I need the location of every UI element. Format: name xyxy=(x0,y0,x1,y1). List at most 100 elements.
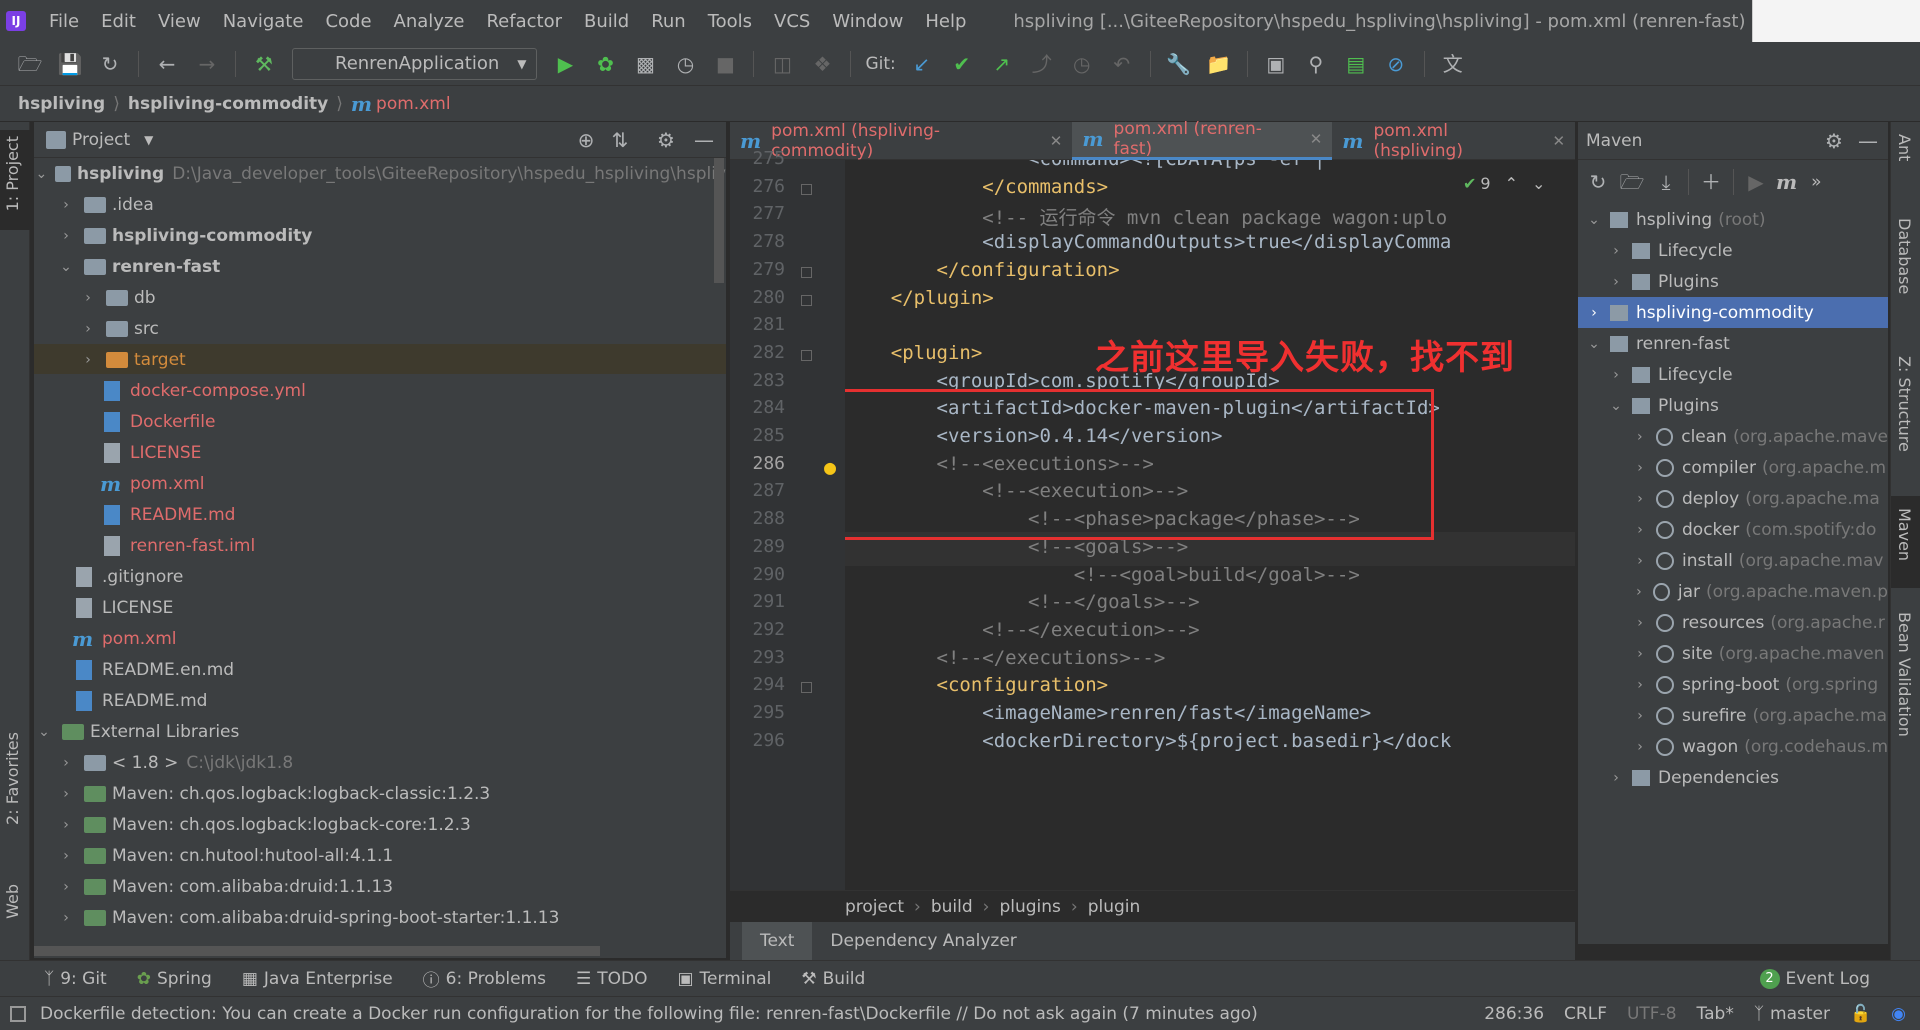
line-separator[interactable]: CRLF xyxy=(1564,1004,1607,1024)
tree-row[interactable]: ⌄ renren-fast xyxy=(56,251,726,282)
terminal-window-icon[interactable]: ▣ xyxy=(1262,50,1290,78)
no-icon[interactable]: ⊘ xyxy=(1382,50,1410,78)
breadcrumb-item[interactable]: hspliving xyxy=(18,94,105,114)
tree-row-selected[interactable]: › hspliving-commodity xyxy=(1578,297,1888,328)
tree-row[interactable]: › resources (org.apache.r xyxy=(1578,607,1888,638)
close-icon[interactable]: ✕ xyxy=(1050,132,1063,150)
menu-analyze[interactable]: Analyze xyxy=(383,11,476,32)
tree-row[interactable]: › Maven: ch.qos.logback:logback-classic:1… xyxy=(56,778,726,809)
project-tool-tab[interactable]: 1: Project xyxy=(3,136,22,211)
tree-row[interactable]: › Maven: ch.qos.logback:logback-core:1.2.… xyxy=(56,809,726,840)
lock-icon[interactable]: 🔓 xyxy=(1850,1004,1871,1024)
tree-row[interactable]: ⌄ renren-fast xyxy=(1578,328,1888,359)
translate-icon[interactable]: 文 xyxy=(1439,50,1467,78)
back-icon[interactable]: ← xyxy=(153,50,181,78)
search-icon[interactable]: ⚲ xyxy=(1302,50,1330,78)
close-icon[interactable]: ✕ xyxy=(1310,130,1323,148)
tab-dependency-analyzer[interactable]: Dependency Analyzer xyxy=(812,922,1034,960)
save-all-icon[interactable]: 💾 xyxy=(56,50,84,78)
tree-row[interactable]: › target xyxy=(78,344,726,375)
menu-vcs[interactable]: VCS xyxy=(763,11,821,32)
tree-row[interactable]: renren-fast.iml xyxy=(100,530,726,561)
git-merge-icon[interactable]: ⤴ xyxy=(1028,50,1056,78)
add-folder-icon[interactable]: 🗁 xyxy=(1618,168,1646,196)
tree-row[interactable]: › docker (com.spotify:do xyxy=(1578,514,1888,545)
git-push-icon[interactable]: ↗ xyxy=(988,50,1016,78)
project-view-label[interactable]: Project xyxy=(72,130,130,150)
settings-wrench-icon[interactable]: 🔧 xyxy=(1165,50,1193,78)
tree-row[interactable]: Dockerfile xyxy=(100,406,726,437)
indent-setting[interactable]: Tab* xyxy=(1697,1004,1734,1024)
debug-icon[interactable]: ✿ xyxy=(591,50,619,78)
rollback-icon[interactable]: ↶ xyxy=(1108,50,1136,78)
java-enterprise-tool-button[interactable]: ▦ Java Enterprise xyxy=(242,969,393,989)
run-icon[interactable]: ▶ xyxy=(1742,168,1770,196)
menu-run[interactable]: Run xyxy=(640,11,697,32)
tree-row[interactable]: › .idea xyxy=(56,189,726,220)
project-structure-icon[interactable]: 📁 xyxy=(1205,50,1233,78)
more-icon[interactable]: » xyxy=(1811,172,1821,192)
tree-row[interactable]: LICENSE xyxy=(72,592,726,623)
fold-marker-icon[interactable] xyxy=(801,682,812,694)
editor-tab-active[interactable]: m pom.xml (renren-fast) ✕ xyxy=(1072,119,1333,160)
todo-tool-button[interactable]: ☰ TODO xyxy=(576,969,648,989)
gear-icon[interactable]: ⚙ xyxy=(1820,127,1848,155)
web-tool-tab[interactable]: Web xyxy=(3,884,22,919)
tree-row[interactable]: › spring-boot (org.spring xyxy=(1578,669,1888,700)
menu-code[interactable]: Code xyxy=(314,11,382,32)
reload-icon[interactable]: ↻ xyxy=(1584,168,1612,196)
fold-marker-icon[interactable] xyxy=(801,349,812,361)
status-message[interactable]: Dockerfile detection: You can create a D… xyxy=(40,1004,1258,1024)
tree-row[interactable]: ⌄ Plugins xyxy=(1578,390,1888,421)
tree-row[interactable]: ⌄ hspliving (root) xyxy=(1578,204,1888,235)
menu-help[interactable]: Help xyxy=(914,11,977,32)
caret-position[interactable]: 286:36 xyxy=(1484,1004,1544,1024)
tree-row[interactable]: README.md xyxy=(100,499,726,530)
event-log-button[interactable]: 2 Event Log xyxy=(1759,968,1870,989)
tree-row[interactable]: m pom.xml xyxy=(100,468,726,499)
attach-icon[interactable]: ◫ xyxy=(768,50,796,78)
stop-icon[interactable]: ■ xyxy=(711,50,739,78)
git-commit-icon[interactable]: ✔ xyxy=(948,50,976,78)
menu-navigate[interactable]: Navigate xyxy=(212,11,315,32)
fold-marker-icon[interactable] xyxy=(801,266,812,278)
browser-icon[interactable]: ◉ xyxy=(1891,1004,1906,1024)
breadcrumb-item[interactable]: hspliving-commodity xyxy=(128,94,328,114)
tree-row[interactable]: m pom.xml xyxy=(72,623,726,654)
xml-crumb[interactable]: plugins xyxy=(999,897,1060,917)
add-icon[interactable]: ＋ xyxy=(1697,168,1725,196)
history-icon[interactable]: ◷ xyxy=(1068,50,1096,78)
git-tool-button[interactable]: ᛉ 9: Git xyxy=(44,969,107,989)
run-configuration-select[interactable]: RenrenApplication ▼ xyxy=(292,47,538,80)
tree-row[interactable]: › jar (org.apache.maven.p xyxy=(1578,576,1888,607)
tree-row[interactable]: › compiler (org.apache.m xyxy=(1578,452,1888,483)
terminal-tool-button[interactable]: ▣ Terminal xyxy=(677,969,771,989)
profile-icon[interactable]: ◷ xyxy=(671,50,699,78)
tree-row[interactable]: › Maven: com.alibaba:druid:1.1.13 xyxy=(56,871,726,902)
problems-tool-button[interactable]: ⓘ 6: Problems xyxy=(423,966,546,992)
tree-row[interactable]: › wagon (org.codehaus.m xyxy=(1578,731,1888,762)
tree-row[interactable]: .gitignore xyxy=(72,561,726,592)
forward-icon[interactable]: → xyxy=(193,50,221,78)
tree-row[interactable]: README.md xyxy=(72,685,726,716)
tree-row[interactable]: ⌄ hspliving D:\Java_developer_tools\GiteeR… xyxy=(34,158,726,189)
build-tool-button[interactable]: ⚒ Build xyxy=(801,969,865,989)
structure-tool-tab[interactable]: Z: Structure xyxy=(1895,356,1914,452)
menu-tools[interactable]: Tools xyxy=(697,11,763,32)
tree-row[interactable]: › Lifecycle xyxy=(1578,235,1888,266)
tree-row[interactable]: › src xyxy=(78,313,726,344)
build-hammer-icon[interactable]: ⚒ xyxy=(250,50,278,78)
run-icon[interactable]: ▶ xyxy=(551,50,579,78)
menu-window[interactable]: Window xyxy=(821,11,914,32)
layers-icon[interactable]: ❖ xyxy=(808,50,836,78)
sync-icon[interactable]: ↻ xyxy=(96,50,124,78)
ant-tool-tab[interactable]: Ant xyxy=(1895,134,1914,161)
download-icon[interactable]: ⤓ xyxy=(1652,168,1680,196)
menu-file[interactable]: File xyxy=(38,11,90,32)
tree-row[interactable]: › hspliving-commodity xyxy=(56,220,726,251)
git-branch-widget[interactable]: ᛉ master xyxy=(1754,1004,1830,1024)
chevron-down-icon[interactable]: ⌄ xyxy=(1532,174,1545,193)
inspection-widget[interactable]: ✔ 9 ⌃ ⌄ xyxy=(1463,174,1545,193)
tree-row[interactable]: docker-compose.yml xyxy=(100,375,726,406)
menu-refactor[interactable]: Refactor xyxy=(475,11,573,32)
